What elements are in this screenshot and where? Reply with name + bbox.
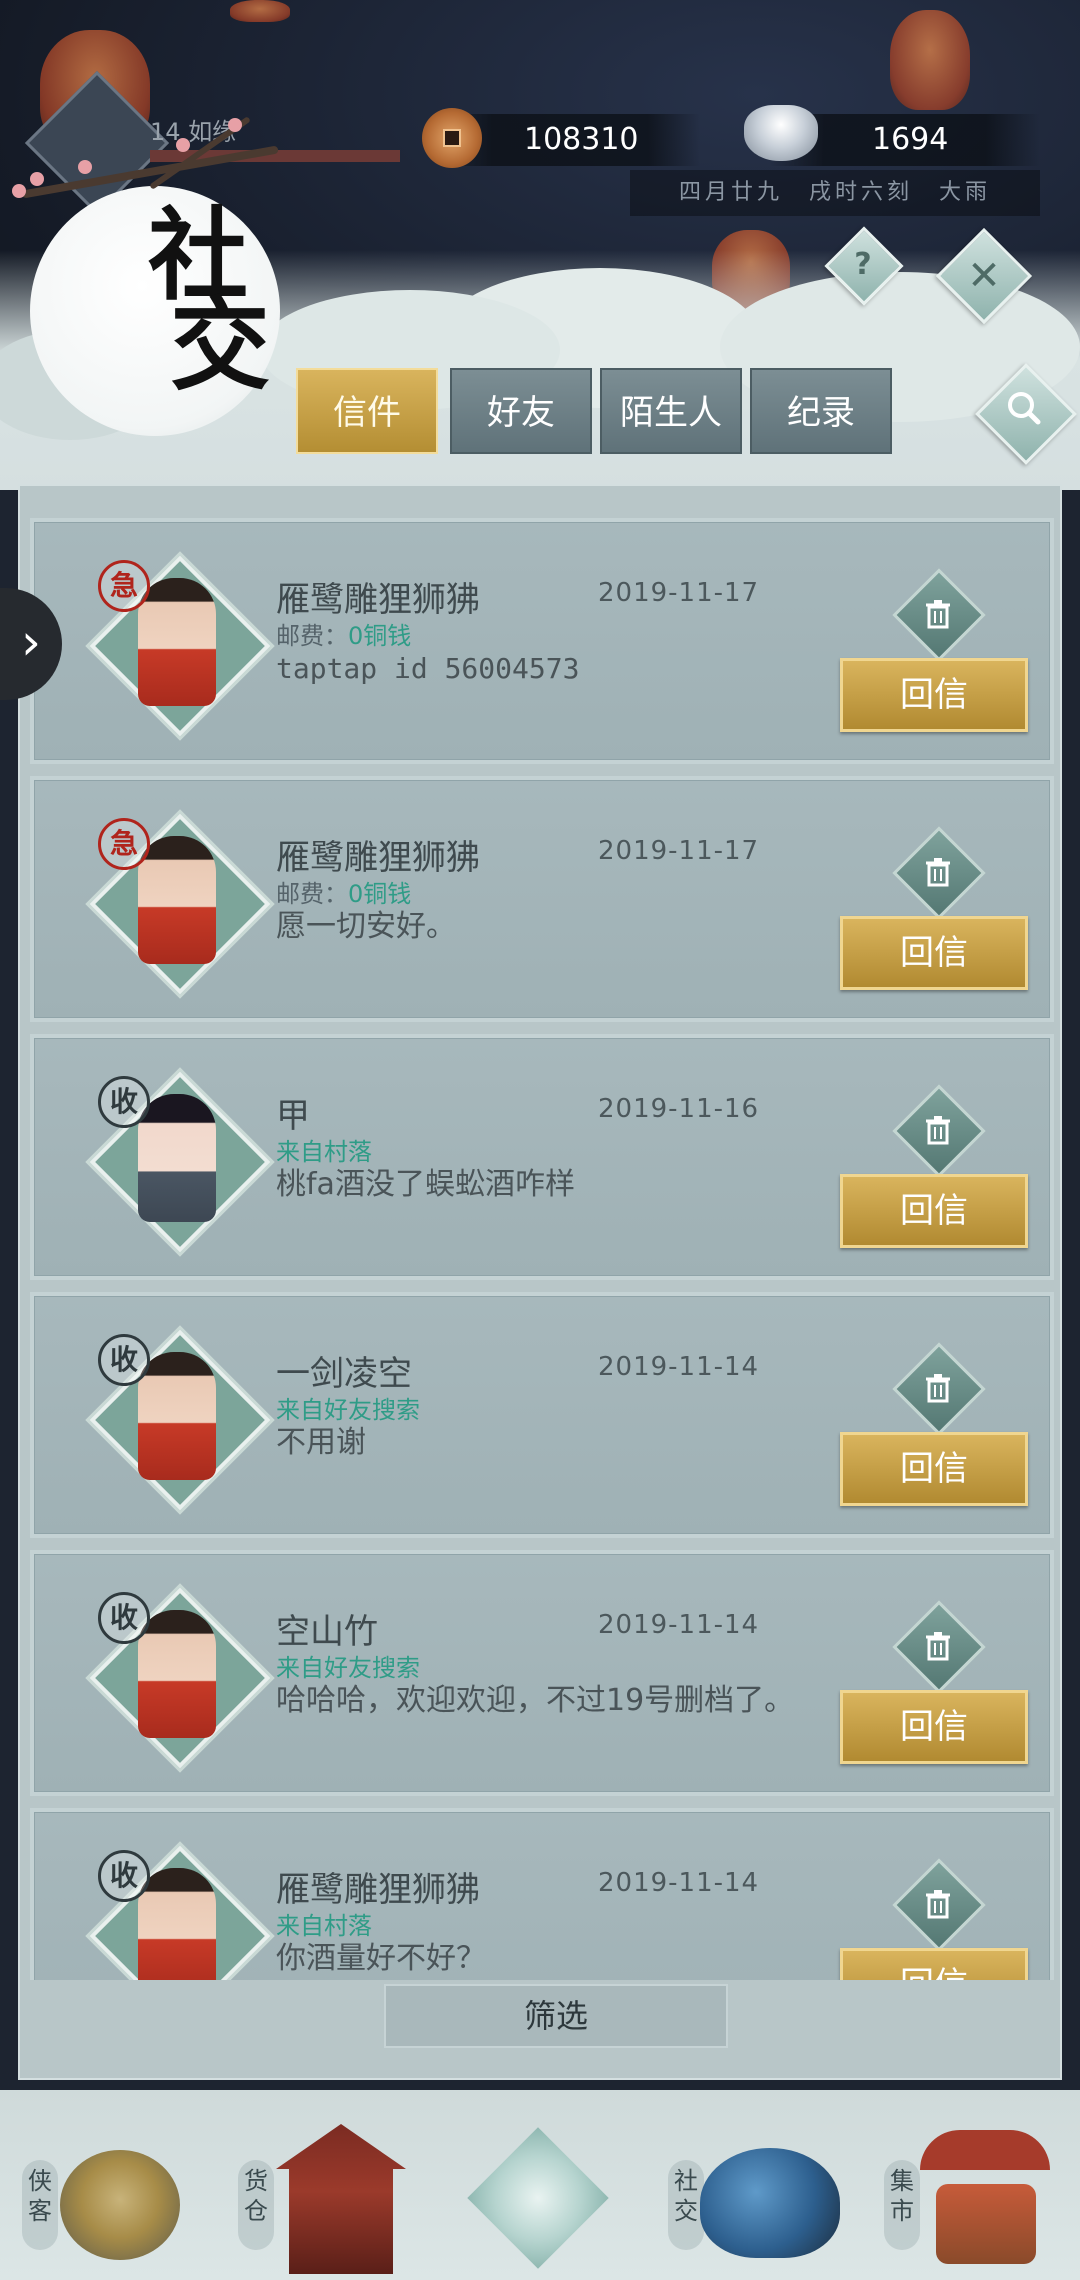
trash-icon[interactable] bbox=[920, 1370, 956, 1406]
sender-avatar[interactable]: 急 bbox=[86, 810, 271, 995]
sender-name: 甲 bbox=[276, 1096, 310, 1136]
chevron-right-icon[interactable]: › bbox=[21, 613, 41, 671]
trash-icon[interactable] bbox=[920, 1628, 956, 1664]
sender-avatar[interactable]: 收 bbox=[86, 1326, 271, 1511]
letter-card[interactable]: 收 甲 2019-11-16 来自村落 桃fa酒没了蜈蚣酒咋样 回信 bbox=[30, 1034, 1054, 1280]
reply-button[interactable]: 回信 bbox=[840, 1432, 1028, 1506]
silver-amount: 1694 bbox=[872, 122, 949, 157]
reply-button[interactable]: 回信 bbox=[840, 916, 1028, 990]
letter-meta: 邮费：0铜钱 bbox=[276, 880, 412, 908]
game-time-display: 四月廿九 戌时六刻 大雨 bbox=[630, 170, 1040, 216]
portrait bbox=[138, 578, 216, 706]
letter-message: 桃fa酒没了蜈蚣酒咋样 bbox=[276, 1167, 575, 1202]
page-title-char-2: 交 bbox=[170, 286, 270, 404]
nav-label-social[interactable]: 社交 bbox=[668, 2160, 704, 2250]
portrait bbox=[138, 1352, 216, 1480]
letter-message: 哈哈哈，欢迎欢迎，不过19号删档了。 bbox=[276, 1683, 795, 1718]
blossom-decoration bbox=[12, 184, 26, 198]
nav-label-warehouse[interactable]: 货仓 bbox=[238, 2160, 274, 2250]
letter-source: 来自村落 bbox=[276, 1138, 372, 1166]
silver-ingot-icon bbox=[744, 105, 818, 161]
sender-avatar[interactable]: 收 bbox=[86, 1842, 271, 1980]
tab-strangers[interactable]: 陌生人 bbox=[600, 368, 742, 454]
sender-name: 雁鹭雕狸狮狒 bbox=[276, 580, 480, 620]
player-name: 14 如缘 bbox=[150, 118, 237, 146]
letter-message: 你酒量好不好？ bbox=[276, 1941, 486, 1976]
received-seal: 收 bbox=[98, 1076, 150, 1128]
copper-coin-icon bbox=[422, 108, 482, 168]
reply-button[interactable]: 回信 bbox=[840, 658, 1028, 732]
search-icon[interactable] bbox=[1000, 384, 1048, 432]
received-seal: 收 bbox=[98, 1334, 150, 1386]
blossom-decoration bbox=[176, 138, 190, 152]
received-seal: 收 bbox=[98, 1592, 150, 1644]
trash-icon[interactable] bbox=[920, 854, 956, 890]
nav-heroes-icon[interactable] bbox=[60, 2150, 180, 2260]
letter-date: 2019-11-14 bbox=[598, 1352, 760, 1382]
letter-card[interactable]: 急 雁鹭雕狸狮狒 2019-11-17 邮费：0铜钱 愿一切安好。 回信 bbox=[30, 776, 1054, 1022]
blossom-decoration bbox=[30, 172, 44, 186]
tab-records[interactable]: 纪录 bbox=[750, 368, 892, 454]
blossom-decoration bbox=[78, 160, 92, 174]
nav-label-heroes[interactable]: 侠客 bbox=[22, 2160, 58, 2250]
urgent-seal: 急 bbox=[98, 818, 150, 870]
trash-icon[interactable] bbox=[920, 596, 956, 632]
letter-date: 2019-11-14 bbox=[598, 1610, 760, 1640]
letter-date: 2019-11-16 bbox=[598, 1094, 760, 1124]
trash-icon[interactable] bbox=[920, 1112, 956, 1148]
letter-date: 2019-11-14 bbox=[598, 1868, 760, 1898]
reply-button[interactable]: 回信 bbox=[840, 1174, 1028, 1248]
portrait bbox=[138, 1610, 216, 1738]
letter-source: 来自好友搜索 bbox=[276, 1396, 420, 1424]
sender-avatar[interactable]: 急 bbox=[86, 552, 271, 737]
sender-name: 空山竹 bbox=[276, 1612, 378, 1652]
reply-button[interactable]: 回信 bbox=[840, 1690, 1028, 1764]
nav-market-icon[interactable] bbox=[920, 2130, 1050, 2270]
tab-friends[interactable]: 好友 bbox=[450, 368, 592, 454]
trash-icon[interactable] bbox=[920, 1886, 956, 1922]
letter-card[interactable]: 收 空山竹 2019-11-14 来自好友搜索 哈哈哈，欢迎欢迎，不过19号删档… bbox=[30, 1550, 1054, 1796]
sender-name: 雁鹭雕狸狮狒 bbox=[276, 838, 480, 878]
letter-date: 2019-11-17 bbox=[598, 578, 760, 608]
received-seal: 收 bbox=[98, 1850, 150, 1902]
sender-name: 雁鹭雕狸狮狒 bbox=[276, 1870, 480, 1910]
lantern-decoration bbox=[890, 10, 970, 110]
portrait bbox=[138, 1094, 216, 1222]
tab-letters[interactable]: 信件 bbox=[296, 368, 438, 454]
urgent-seal: 急 bbox=[98, 560, 150, 612]
help-icon[interactable]: ? bbox=[836, 238, 890, 292]
letter-message: 不用谢 bbox=[276, 1425, 366, 1460]
close-icon[interactable]: ✕ bbox=[950, 242, 1018, 310]
nav-label-market[interactable]: 集市 bbox=[884, 2160, 920, 2250]
letter-date: 2019-11-17 bbox=[598, 836, 760, 866]
letter-card[interactable]: 收 一剑凌空 2019-11-14 来自好友搜索 不用谢 回信 bbox=[30, 1292, 1054, 1538]
portrait bbox=[138, 836, 216, 964]
filter-button[interactable]: 筛选 bbox=[384, 1984, 728, 2048]
blossom-decoration bbox=[228, 118, 242, 132]
nav-social-icon[interactable] bbox=[700, 2148, 840, 2258]
sender-avatar[interactable]: 收 bbox=[86, 1068, 271, 1253]
letter-card[interactable]: 收 雁鹭雕狸狮狒 2019-11-14 来自村落 你酒量好不好？ 回信 bbox=[30, 1808, 1054, 1980]
letter-card[interactable]: 急 雁鹭雕狸狮狒 2019-11-17 邮费：0铜钱 taptap id 560… bbox=[30, 518, 1054, 764]
reply-button[interactable]: 回信 bbox=[840, 1948, 1028, 1980]
portrait bbox=[138, 1868, 216, 1980]
letter-source: 来自好友搜索 bbox=[276, 1654, 420, 1682]
letter-meta: 邮费：0铜钱 bbox=[276, 622, 412, 650]
copper-amount: 108310 bbox=[524, 122, 639, 157]
sender-avatar[interactable]: 收 bbox=[86, 1584, 271, 1769]
letter-source: 来自村落 bbox=[276, 1912, 372, 1940]
letter-message: 愿一切安好。 bbox=[276, 909, 456, 944]
sender-name: 一剑凌空 bbox=[276, 1354, 412, 1394]
lantern-decoration bbox=[230, 0, 290, 22]
letter-message: taptap id 56004573 bbox=[276, 652, 580, 685]
letters-list[interactable]: 急 雁鹭雕狸狮狒 2019-11-17 邮费：0铜钱 taptap id 560… bbox=[30, 518, 1054, 1980]
